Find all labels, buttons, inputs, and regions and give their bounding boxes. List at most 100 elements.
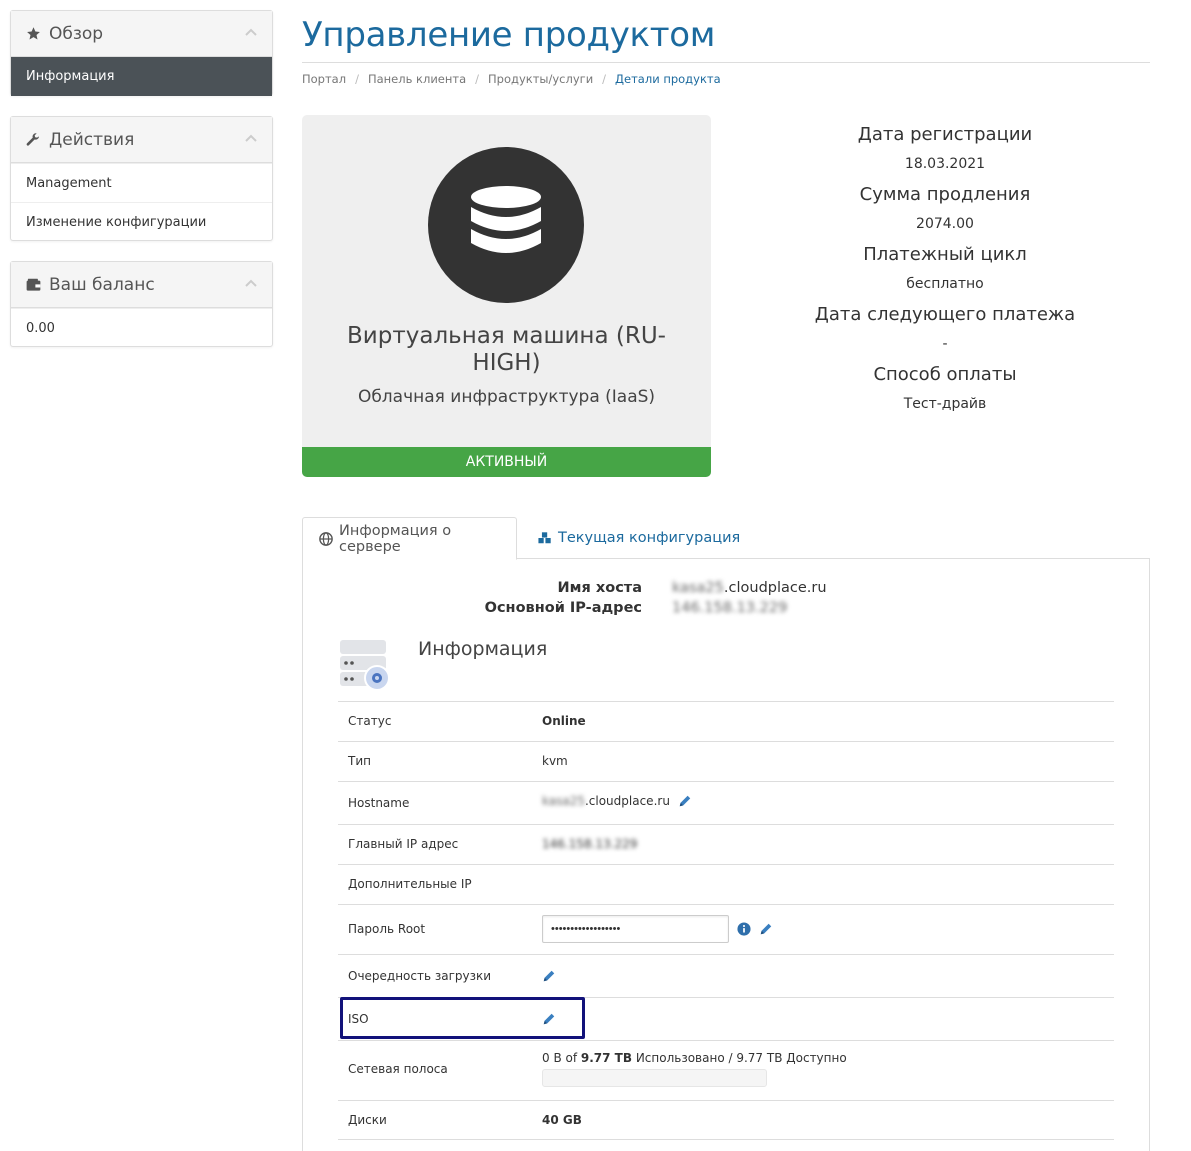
- bandwidth-used: 0 B of: [542, 1051, 581, 1065]
- type-label: Тип: [348, 754, 371, 768]
- bandwidth-total: 9.77 TB: [580, 1051, 633, 1065]
- disks-label: Диски: [348, 1113, 387, 1127]
- hostname-row-prefix: kasa25: [542, 794, 585, 808]
- cubes-icon: [538, 531, 552, 545]
- edit-boot-order-icon[interactable]: [542, 969, 556, 983]
- tab-server-info-label: Информация о сервере: [339, 522, 452, 555]
- product-icon-circle: [428, 147, 584, 303]
- breadcrumb-separator: /: [355, 72, 359, 86]
- root-password-field[interactable]: [542, 915, 729, 943]
- hostname-label: Имя хоста: [557, 580, 642, 596]
- type-value: kvm: [542, 754, 568, 768]
- title-divider: [302, 62, 1150, 63]
- breadcrumb-products[interactable]: Продукты/услуги: [488, 72, 593, 86]
- tab-current-config-label: Текущая конфигурация: [558, 530, 741, 546]
- next-due-label: Дата следующего платежа: [814, 304, 1076, 325]
- sidebar-item-information[interactable]: Информация: [11, 57, 272, 96]
- table-row-bandwidth: Сетевая полоса 0 B of 9.77 TB Использова…: [338, 1040, 1114, 1100]
- table-row-root-password: Пароль Root: [338, 904, 1114, 954]
- hostname-domain: .cloudplace.ru: [723, 580, 827, 596]
- product-group: Облачная инфраструктура (IaaS): [357, 387, 656, 407]
- breadcrumb-client-area[interactable]: Панель клиента: [368, 72, 466, 86]
- renewal-value: 2074.00: [916, 216, 974, 232]
- boot-order-value: [542, 969, 556, 983]
- edit-hostname-icon[interactable]: [678, 794, 692, 808]
- extra-ip-label: Дополнительные IP: [348, 877, 472, 891]
- edit-password-icon[interactable]: [759, 922, 773, 936]
- globe-icon: [319, 531, 333, 546]
- renewal-label: Сумма продления: [859, 184, 1031, 205]
- breadcrumb-portal[interactable]: Портал: [302, 72, 346, 86]
- hostname-value: kasa25.cloudplace.ru: [672, 580, 827, 596]
- reg-date-value: 18.03.2021: [904, 156, 986, 172]
- product-card: Виртуальная машина (RU-HIGH) Облачная ин…: [302, 115, 711, 477]
- hostname-row-value: kasa25 .cloudplace.ru: [542, 794, 692, 808]
- breadcrumb: Портал / Панель клиента / Продукты/услуг…: [302, 72, 721, 86]
- reg-date-label: Дата регистрации: [857, 124, 1033, 145]
- bandwidth-text: 0 B of 9.77 TB Использовано / 9.77 TB До…: [542, 1051, 847, 1065]
- sidebar-actions-title: Действия: [49, 129, 135, 150]
- root-password-label: Пароль Root: [348, 922, 426, 936]
- sidebar-overview-title: Обзор: [49, 23, 104, 44]
- product-details: Дата регистрации 18.03.2021 Сумма продле…: [800, 122, 1090, 422]
- page-title: Управление продуктом: [302, 15, 716, 55]
- billing-cycle-value: бесплатно: [906, 276, 984, 292]
- info-title: Информация: [418, 638, 548, 660]
- wrench-icon: [25, 132, 41, 148]
- sidebar-overview-header[interactable]: Обзор: [11, 11, 272, 57]
- wallet-icon: [25, 277, 41, 293]
- chevron-up-icon[interactable]: [244, 133, 258, 143]
- bandwidth-progress-bar: [542, 1069, 767, 1087]
- bandwidth-label: Сетевая полоса: [348, 1062, 448, 1076]
- chevron-up-icon[interactable]: [244, 27, 258, 37]
- bandwidth-suffix: Использовано / 9.77 TB Доступно: [632, 1051, 847, 1065]
- tab-current-config[interactable]: Текущая конфигурация: [522, 517, 756, 559]
- boot-order-label: Очередность загрузки: [348, 969, 492, 983]
- ip-label: Основной IP-адрес: [484, 600, 642, 616]
- payment-method-label: Способ оплаты: [873, 364, 1017, 385]
- info-circle-icon[interactable]: [737, 922, 751, 936]
- sidebar-balance-title: Ваш баланс: [49, 274, 155, 295]
- table-row-disks: Диски 40 GB: [338, 1100, 1114, 1140]
- status-label: Статус: [348, 714, 392, 728]
- hostname-row-label: Hostname: [348, 796, 410, 810]
- billing-cycle-label: Платежный цикл: [863, 244, 1027, 265]
- table-row-type: Тип kvm: [338, 741, 1114, 781]
- payment-method-value: Тест-драйв: [903, 396, 987, 412]
- breadcrumb-product-details: Детали продукта: [615, 72, 721, 86]
- bandwidth-value: 0 B of 9.77 TB Использовано / 9.77 TB До…: [542, 1051, 847, 1087]
- product-name: Виртуальная машина (RU-HIGH): [347, 323, 666, 376]
- server-settings-icon: [340, 640, 390, 690]
- next-due-value: -: [942, 336, 948, 352]
- ip-value: 146.158.13.229: [672, 600, 788, 616]
- hostname-prefix: kasa25: [672, 580, 724, 596]
- hostname-row-domain: .cloudplace.ru: [584, 794, 670, 808]
- sidebar-overview-panel: Обзор Информация: [10, 10, 273, 96]
- product-status-badge: Активный: [302, 447, 711, 477]
- tab-server-info[interactable]: Информация о сервере: [302, 517, 517, 560]
- tab-bar: Информация о сервере Текущая конфигураци…: [302, 517, 1150, 560]
- breadcrumb-separator: /: [475, 72, 480, 86]
- sidebar-actions-panel: Действия Management Изменение конфигурац…: [10, 116, 273, 241]
- balance-value: 0.00: [11, 308, 272, 347]
- disks-value: 40 GB: [542, 1113, 582, 1127]
- table-row-hostname: Hostname kasa25 .cloudplace.ru: [338, 781, 1114, 824]
- sidebar-actions-header[interactable]: Действия: [11, 117, 272, 163]
- table-row-extra-ip: Дополнительные IP: [338, 864, 1114, 904]
- info-header: Информация: [338, 636, 1114, 702]
- breadcrumb-separator: /: [602, 72, 607, 86]
- database-icon: [471, 186, 541, 253]
- table-row-status: Статус Online: [338, 701, 1114, 741]
- iso-highlight-box: [340, 997, 585, 1039]
- table-row-boot-order: Очередность загрузки: [338, 954, 1114, 997]
- sidebar-balance-header[interactable]: Ваш баланс: [11, 262, 272, 308]
- main-ip-value: 146.158.13.229: [542, 837, 638, 851]
- table-row-main-ip: Главный IP адрес 146.158.13.229: [338, 824, 1114, 864]
- chevron-up-icon[interactable]: [244, 278, 258, 288]
- info-table: Статус Online Тип kvm Hostname kasa25 .cl…: [338, 701, 1114, 1140]
- sidebar-item-change-config[interactable]: Изменение конфигурации: [11, 202, 272, 241]
- sidebar-item-management[interactable]: Management: [11, 163, 272, 202]
- root-password-value: [542, 915, 773, 943]
- main-ip-label: Главный IP адрес: [348, 837, 459, 851]
- star-icon: [25, 26, 41, 42]
